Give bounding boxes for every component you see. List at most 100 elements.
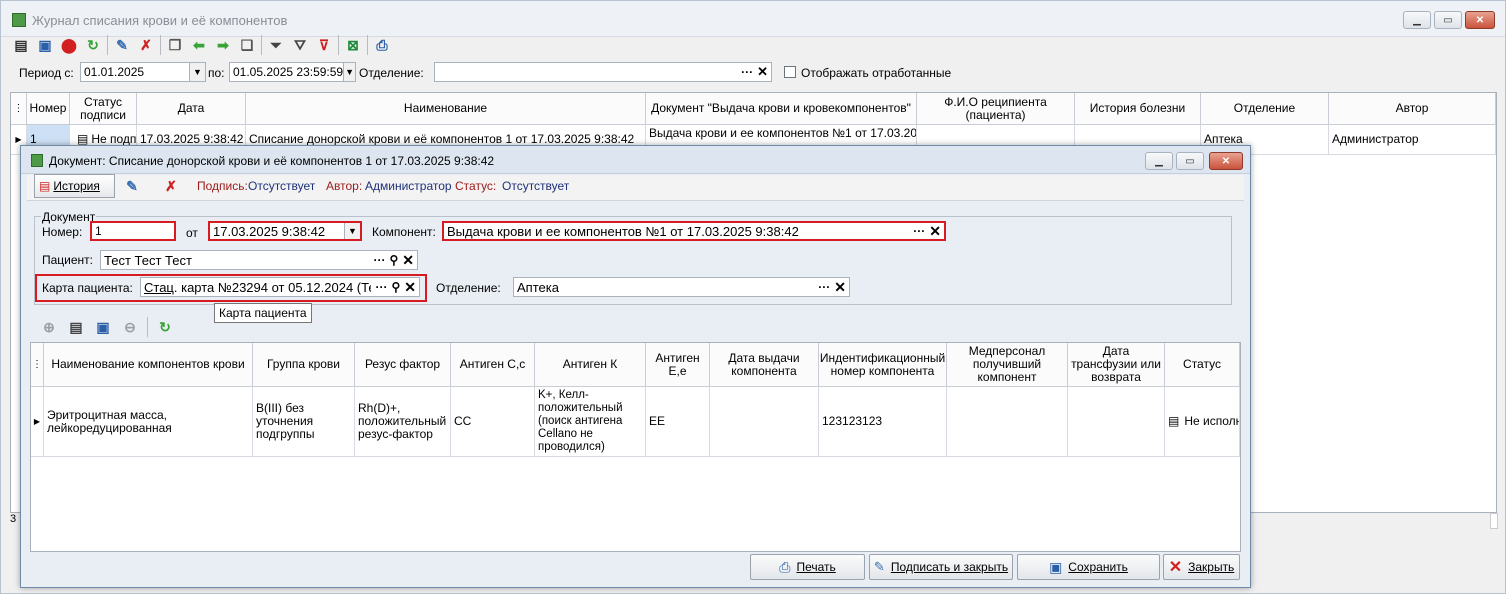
grid-menu-icon[interactable]: ⋮ <box>31 343 44 387</box>
table-cell[interactable]: Администратор <box>1329 125 1496 155</box>
toolbar-separator <box>160 35 161 55</box>
department-input[interactable]: Аптека ··· ✕ <box>513 277 850 297</box>
table-cell[interactable]: 123123123 <box>819 387 947 457</box>
refresh-icon[interactable]: ↻ <box>83 35 103 55</box>
refresh-icon[interactable]: ↻ <box>155 317 175 337</box>
col-header[interactable]: Дата трансфузии или возврата <box>1068 343 1165 387</box>
ellipsis-icon[interactable]: ··· <box>818 280 830 294</box>
filter-edit-icon[interactable]: ⛛ <box>290 35 310 55</box>
sign-close-button[interactable]: ✎ Подписать и закрыть <box>869 554 1013 580</box>
col-header[interactable]: Автор <box>1329 93 1496 125</box>
author-value: Администратор <box>365 179 452 193</box>
toolbar-separator <box>338 35 339 55</box>
grid-menu-icon[interactable]: ⋮ <box>11 93 27 125</box>
clear-icon[interactable]: ✕ <box>402 252 414 269</box>
col-header[interactable]: Медперсонал получивший компонент <box>947 343 1068 387</box>
print-icon[interactable]: ⎙ <box>372 35 392 55</box>
filter-clear-icon[interactable]: ⊽ <box>314 35 334 55</box>
save-button[interactable]: ▣ Сохранить <box>1017 554 1160 580</box>
search-icon[interactable]: ⚲ <box>389 253 398 267</box>
dialog-maximize-button[interactable]: ▭ <box>1176 152 1204 170</box>
col-header[interactable]: Отделение <box>1201 93 1329 125</box>
sign-icon[interactable]: ✎ <box>122 176 142 196</box>
chevron-down-icon[interactable]: ▼ <box>344 223 360 239</box>
filter-icon[interactable]: ⏷ <box>266 35 286 55</box>
save-icon: ▣ <box>1049 558 1063 575</box>
minimize-button[interactable]: ▁ <box>1403 11 1431 29</box>
clear-icon[interactable]: ✕ <box>404 279 416 296</box>
col-header[interactable]: Антиген С,с <box>451 343 535 387</box>
table-cell[interactable]: B(III) без уточнения подгруппы <box>253 387 355 457</box>
table-cell[interactable]: CC <box>451 387 535 457</box>
clear-icon[interactable]: ✕ <box>834 279 846 296</box>
sign-icon[interactable]: ✎ <box>112 35 132 55</box>
component-input[interactable]: Выдача крови и ее компонентов №1 от 17.0… <box>442 221 946 241</box>
dialog-close-button[interactable]: ✕ <box>1209 152 1243 170</box>
patient-input[interactable]: Тест Тест Тест ··· ⚲ ✕ <box>100 250 418 270</box>
date-input[interactable]: 17.03.2025 9:38:42 ▼ <box>208 221 362 241</box>
table-cell[interactable]: ▤ Не исполн <box>1165 387 1240 457</box>
maximize-button[interactable]: ▭ <box>1434 11 1462 29</box>
col-header[interactable]: Дата <box>137 93 246 125</box>
search-icon[interactable]: ⚲ <box>391 280 400 294</box>
col-header[interactable]: Резус фактор <box>355 343 451 387</box>
unsign-icon[interactable]: ✗ <box>161 176 181 196</box>
ellipsis-icon[interactable]: ··· <box>375 280 387 294</box>
table-cell[interactable]: K+, Келл-положительный (поиск антигена C… <box>535 387 646 457</box>
scrollbar[interactable] <box>1490 513 1498 529</box>
col-header[interactable]: Антиген Е,е <box>646 343 710 387</box>
col-header[interactable]: Наименование <box>246 93 646 125</box>
unsign-icon[interactable]: ✗ <box>136 35 156 55</box>
history-button[interactable]: ▤ История <box>34 174 115 198</box>
col-header[interactable]: Статус подписи <box>70 93 137 125</box>
col-header[interactable]: Номер <box>27 93 70 125</box>
clear-icon[interactable]: ✕ <box>757 64 768 80</box>
col-header[interactable]: Наименование компонентов крови <box>44 343 253 387</box>
stop-icon[interactable]: ⬤ <box>59 35 79 55</box>
close-button[interactable]: ✕ <box>1465 11 1495 29</box>
dialog-title: Документ: Списание донорской крови и её … <box>49 154 495 168</box>
paste-icon[interactable]: ❏ <box>237 35 257 55</box>
period-to-field[interactable]: 01.05.2025 23:59:59 ▼ <box>229 62 356 82</box>
col-header[interactable]: История болезни <box>1075 93 1201 125</box>
number-input[interactable]: 1 <box>90 221 176 241</box>
table-cell[interactable] <box>710 387 819 457</box>
table-cell[interactable] <box>1068 387 1165 457</box>
table-cell[interactable]: Эритроцитная масса, лейкоредуцированная <box>44 387 253 457</box>
show-processed-checkbox[interactable] <box>784 66 796 78</box>
ellipsis-icon[interactable]: ··· <box>913 224 925 238</box>
arrow-right-icon[interactable]: ➡ <box>213 35 233 55</box>
document-icon[interactable]: ▤ <box>66 317 86 337</box>
print-button[interactable]: ⎙ Печать <box>750 554 865 580</box>
table-cell[interactable]: EE <box>646 387 710 457</box>
table-cell[interactable] <box>947 387 1068 457</box>
department-field[interactable]: ··· ✕ <box>434 62 772 82</box>
copy-icon[interactable]: ❐ <box>165 35 185 55</box>
add-icon[interactable]: ⊕ <box>39 317 59 337</box>
ellipsis-icon[interactable]: ··· <box>741 65 753 79</box>
close-dialog-button[interactable]: ✕ Закрыть <box>1163 554 1240 580</box>
col-header[interactable]: Статус <box>1165 343 1240 387</box>
show-processed-label: Отображать отработанные <box>801 66 952 80</box>
excel-icon[interactable]: ⊠ <box>343 35 363 55</box>
from-label: от <box>186 226 198 240</box>
col-header[interactable]: Ф.И.О реципиента (пациента) <box>917 93 1075 125</box>
table-cell[interactable]: Rh(D)+, положительный резус-фактор <box>355 387 451 457</box>
ellipsis-icon[interactable]: ··· <box>373 253 385 267</box>
remove-icon[interactable]: ⊖ <box>120 317 140 337</box>
arrow-left-icon[interactable]: ⬅ <box>189 35 209 55</box>
col-header[interactable]: Группа крови <box>253 343 355 387</box>
dialog-minimize-button[interactable]: ▁ <box>1145 152 1173 170</box>
clear-icon[interactable]: ✕ <box>929 223 941 239</box>
col-header[interactable]: Дата выдачи компонента <box>710 343 819 387</box>
patient-card-input[interactable]: Стац. карта №23294 от 05.12.2024 (Те ···… <box>140 277 420 297</box>
col-header[interactable]: Антиген К <box>535 343 646 387</box>
save-icon[interactable]: ▣ <box>93 317 113 337</box>
chevron-down-icon[interactable]: ▼ <box>343 63 355 81</box>
period-from-field[interactable]: 01.01.2025 ▼ <box>80 62 206 82</box>
chevron-down-icon[interactable]: ▼ <box>189 63 205 81</box>
save-icon[interactable]: ▣ <box>35 35 55 55</box>
col-header[interactable]: Индентификационный номер компонента <box>819 343 947 387</box>
document-icon[interactable]: ▤ <box>11 35 31 55</box>
col-header[interactable]: Документ "Выдача крови и кровекомпоненто… <box>646 93 917 125</box>
